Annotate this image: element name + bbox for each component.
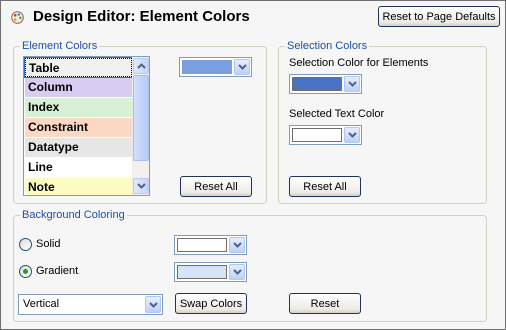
- element-list[interactable]: Table Column Index Constraint Datatype L…: [23, 56, 150, 196]
- solid-color-dropdown-button[interactable]: [229, 237, 245, 253]
- element-color-dropdown-button[interactable]: [234, 59, 250, 75]
- solid-radio[interactable]: [19, 238, 32, 251]
- scroll-up-button[interactable]: [133, 58, 149, 74]
- solid-color-picker[interactable]: [174, 235, 247, 255]
- chevron-down-icon: [148, 301, 158, 308]
- swap-colors-button[interactable]: Swap Colors: [175, 293, 247, 314]
- list-item-index[interactable]: Index: [25, 98, 132, 117]
- gradient-label: Gradient: [36, 265, 79, 277]
- palette-icon: [11, 11, 24, 24]
- gradient-direction-value: Vertical: [23, 298, 60, 310]
- list-item-datatype[interactable]: Datatype: [25, 138, 132, 157]
- selected-text-color-swatch: [292, 128, 342, 142]
- selected-text-dropdown-button[interactable]: [344, 127, 360, 143]
- scroll-thumb[interactable]: [133, 75, 149, 161]
- page-title: Design Editor: Element Colors: [33, 8, 250, 25]
- chevron-down-icon: [136, 183, 146, 189]
- selected-text-label: Selected Text Color: [289, 108, 385, 120]
- list-scrollbar[interactable]: [132, 57, 149, 195]
- scroll-down-button[interactable]: [133, 178, 149, 194]
- solid-label: Solid: [36, 238, 61, 250]
- list-item-constraint[interactable]: Constraint: [25, 118, 132, 137]
- chevron-down-icon: [237, 64, 247, 70]
- selection-reset-all-button[interactable]: Reset All: [289, 176, 361, 197]
- element-colors-dialog: Design Editor: Element Colors Reset to P…: [0, 0, 506, 330]
- selection-element-dropdown-button[interactable]: [344, 76, 360, 92]
- list-item-table[interactable]: Table: [24, 57, 133, 78]
- chevron-down-icon: [232, 242, 242, 248]
- element-colors-title: Element Colors: [20, 40, 100, 53]
- selection-element-label: Selection Color for Elements: [289, 57, 429, 69]
- list-item-column[interactable]: Column: [25, 78, 132, 97]
- list-item-note[interactable]: Note: [25, 178, 132, 195]
- chevron-down-icon: [347, 132, 357, 138]
- list-item-line[interactable]: Line: [25, 158, 132, 177]
- gradient-direction-dropdown-button[interactable]: [145, 296, 161, 313]
- gradient-color-picker[interactable]: [174, 262, 247, 282]
- background-reset-button[interactable]: Reset: [289, 293, 361, 314]
- chevron-down-icon: [347, 81, 357, 87]
- gradient-color-dropdown-button[interactable]: [229, 264, 245, 280]
- reset-to-page-defaults-button[interactable]: Reset to Page Defaults: [378, 6, 500, 27]
- selection-colors-title: Selection Colors: [285, 40, 370, 53]
- background-coloring-title: Background Coloring: [20, 209, 127, 222]
- radio-selected-dot: [23, 269, 28, 274]
- selected-text-color-picker[interactable]: [289, 125, 362, 145]
- element-reset-all-button[interactable]: Reset All: [180, 176, 252, 197]
- gradient-color-swatch: [177, 265, 227, 279]
- selection-element-color-picker[interactable]: [289, 74, 362, 94]
- solid-color-swatch: [177, 238, 227, 252]
- chevron-up-icon: [136, 63, 146, 69]
- gradient-direction-select[interactable]: Vertical: [18, 294, 163, 315]
- gradient-radio[interactable]: [19, 265, 32, 278]
- chevron-down-icon: [232, 269, 242, 275]
- selection-element-color-swatch: [292, 77, 342, 91]
- element-color-picker[interactable]: [179, 57, 252, 77]
- element-color-swatch: [182, 60, 232, 74]
